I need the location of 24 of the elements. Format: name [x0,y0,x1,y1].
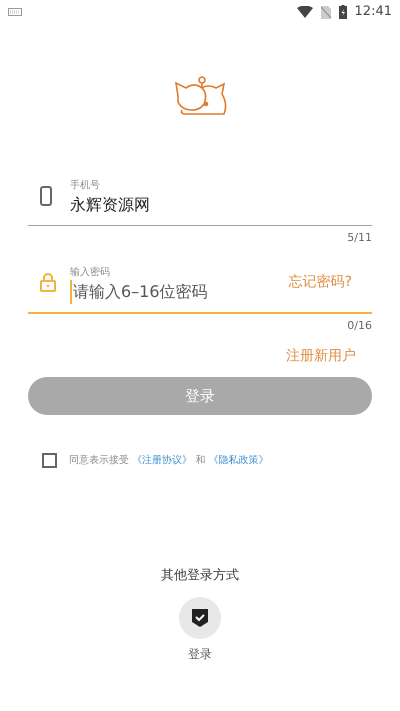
battery-icon [338,5,347,19]
shield-login-button[interactable] [179,597,221,639]
agreement-checkbox[interactable] [42,453,57,468]
character-counter: 5/11 [347,230,372,246]
register-link[interactable]: 注册新用户 [286,346,356,367]
no-sim-icon [320,6,331,18]
shield-login-caption: 登录 [188,646,212,663]
lock-icon [40,272,56,292]
other-login-title: 其他登录方式 [161,566,239,584]
sleeping-cat-logo [172,74,228,118]
wifi-icon [296,6,313,18]
input-field[interactable]: 永辉资源网 [70,193,372,217]
phone-icon [40,186,52,206]
keyboard-icon [8,8,22,16]
character-counter: 0/16 [347,318,372,334]
shield-check-icon [192,609,208,627]
field-label: 输入密码 [70,266,111,280]
terms-link[interactable]: 《注册协议》 [132,455,192,466]
field-label: 手机号 [70,178,101,193]
input-field[interactable]: 请输入6–16位密码 [70,280,289,304]
agreement-text: 同意表示接受 《注册协议》 和 《隐私政策》 [69,454,269,468]
privacy-link[interactable]: 《隐私政策》 [208,455,269,466]
status-time: 12:41 [354,3,392,22]
forgot-password-link[interactable]: 忘记密码? [288,272,352,292]
